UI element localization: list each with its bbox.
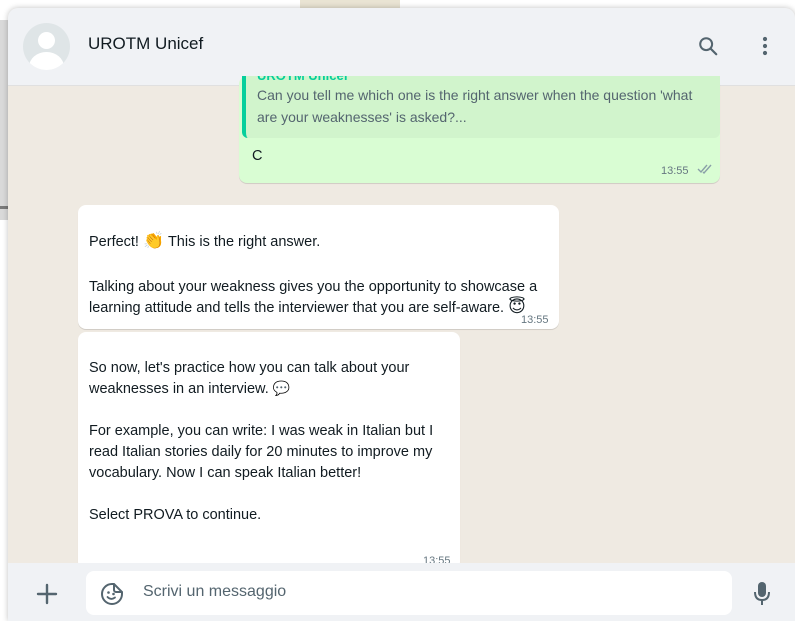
message-time: 13:55 [521, 314, 549, 326]
message-text: Perfect! 👏 This is the right answer. [89, 211, 549, 253]
incoming-message[interactable]: Perfect! 👏 This is the right answer. Tal… [78, 205, 559, 329]
sticker-icon[interactable] [100, 582, 124, 606]
search-icon[interactable] [694, 32, 722, 60]
message-time: 13:55 [661, 165, 689, 177]
composer-bar: Scrivi un messaggio [8, 563, 795, 621]
incoming-message[interactable]: So now, let's practice how you can talk … [78, 332, 460, 570]
input-placeholder[interactable]: Scrivi un messaggio [143, 583, 286, 601]
chat-header: UROTM Unicef [8, 8, 795, 86]
double-check-icon [697, 164, 712, 174]
message-text-part: So now, let's practice how you can talk … [89, 360, 410, 397]
chat-area[interactable]: UROTM Unicef Can you tell me which one i… [8, 76, 795, 619]
message-input[interactable]: Scrivi un messaggio [86, 571, 732, 615]
plus-icon[interactable] [33, 580, 61, 608]
outgoing-message[interactable]: UROTM Unicef Can you tell me which one i… [239, 76, 720, 183]
clap-emoji: 👏 [143, 231, 165, 250]
message-text-part: This is the right answer. [164, 234, 321, 250]
message-text: Talking about your weakness gives you th… [89, 256, 544, 319]
chat-window: UROTM Unicef UROTM Unicef Can you tell m… [8, 8, 795, 621]
message-text-part: Talking about your weakness gives you th… [89, 279, 538, 316]
more-options-icon[interactable] [751, 32, 779, 60]
avatar[interactable] [23, 23, 70, 70]
message-text: So now, let's practice how you can talk … [89, 337, 451, 526]
avatar-body [29, 52, 64, 70]
message-text-part: Perfect! [89, 234, 143, 250]
speech-bubble-emoji: 💬 [272, 380, 291, 396]
message-text: C [252, 148, 263, 164]
mic-icon[interactable] [748, 579, 776, 609]
avatar-head [38, 32, 55, 49]
quote-text: Can you tell me which one is the right a… [257, 87, 693, 125]
message-text-part: For example, you can write: I was weak i… [89, 423, 434, 523]
background-fragment [0, 20, 8, 220]
quoted-message[interactable]: UROTM Unicef Can you tell me which one i… [242, 76, 720, 138]
contact-name[interactable]: UROTM Unicef [88, 34, 203, 54]
